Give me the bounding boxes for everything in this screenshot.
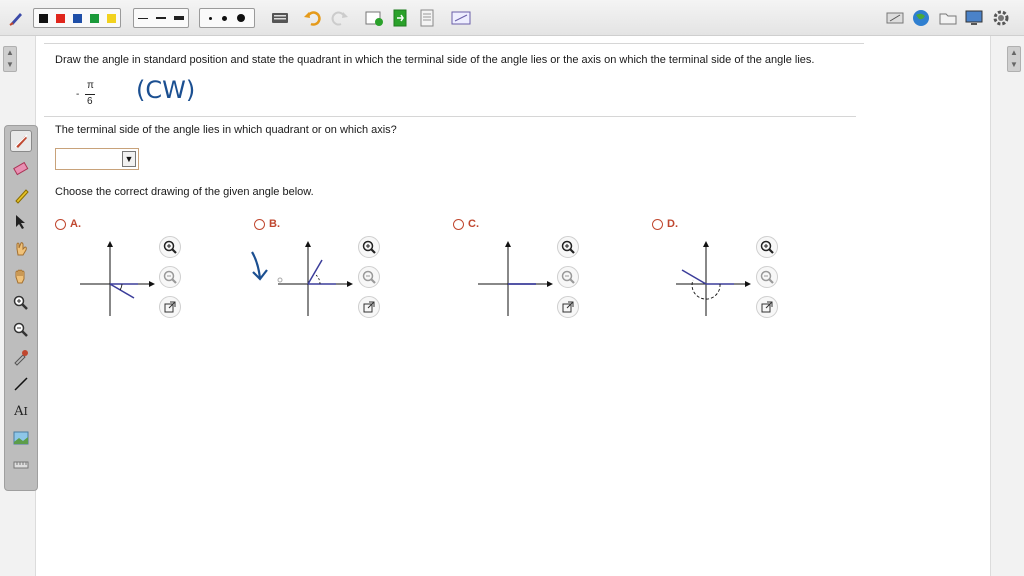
zoom-in-tool-icon[interactable] [10,292,32,314]
question-prompt: Draw the angle in standard position and … [55,54,815,66]
color-yellow-swatch[interactable] [106,13,116,23]
handwritten-cw-note: (CW) [136,76,196,104]
option-a-label: A. [70,218,81,230]
part2-prompt: Choose the correct drawing of the given … [55,186,314,198]
screen-capture-icon[interactable] [451,8,471,28]
option-b[interactable]: B. [254,218,280,230]
quadrant-dropdown[interactable]: ▼ [55,148,139,170]
option-a-arc [119,283,123,291]
screen: ▲ ▼ ▲ ▼ A I Draw the angle in standard p… [0,0,1024,576]
globe-icon[interactable] [911,8,931,28]
option-c-radio[interactable] [453,218,464,230]
eraser-page-icon[interactable] [885,8,905,28]
pan-hand-icon[interactable] [10,265,32,287]
option-b-zoom-in-icon[interactable] [358,236,380,258]
medium-dot-option[interactable] [222,15,227,21]
right-panel: ▲ ▼ [990,36,1024,576]
redo-icon[interactable] [330,8,350,28]
color-black-swatch[interactable] [38,13,48,23]
large-dot-option[interactable] [237,14,245,22]
text-tool-icon[interactable]: AI [10,400,32,422]
option-b-label: B. [269,218,280,230]
right-collapse-handle[interactable]: ▲ ▼ [1007,46,1021,72]
eyedropper-icon[interactable] [10,346,32,368]
option-b-arc [315,274,321,285]
thick-line-option[interactable] [174,16,184,20]
option-b-graph [277,241,353,316]
image-tool-icon[interactable] [10,427,32,449]
pen-tool-icon[interactable] [6,8,26,28]
ruler-icon[interactable] [10,454,32,476]
thin-line-option[interactable] [138,17,148,19]
angle-numerator: π [87,80,94,91]
option-c-popout-icon[interactable] [557,296,579,318]
option-b-terminal-ray [307,259,323,285]
option-d-label: D. [667,218,678,230]
option-d-radio[interactable] [652,218,663,230]
small-dot-option[interactable] [209,16,212,20]
option-c[interactable]: C. [453,218,479,230]
select-hand-icon[interactable] [10,238,32,260]
handwritten-arrow-mark [251,251,268,281]
color-blue-swatch[interactable] [72,13,82,23]
option-c-zoom-out-icon[interactable] [557,266,579,288]
option-d-graph [676,241,751,316]
pen-icon[interactable] [10,130,32,152]
drawing-toolbox: AI [4,125,38,491]
option-b-radio[interactable] [254,218,265,230]
top-toolbar [0,0,1024,36]
folder-icon[interactable] [938,8,958,28]
pointer-icon[interactable] [10,211,32,233]
undo-icon[interactable] [302,8,322,28]
monitor-icon[interactable] [964,8,984,28]
top-divider [44,43,864,44]
color-green-swatch[interactable] [89,13,99,23]
option-b-popout-icon[interactable] [358,296,380,318]
left-collapse-handle[interactable]: ▲ ▼ [3,46,17,72]
line-width-group [133,8,189,28]
option-a-popout-icon[interactable] [159,296,181,318]
keyboard-icon[interactable] [270,8,290,28]
angle-denominator: 6 [87,96,93,107]
color-red-swatch[interactable] [55,13,65,23]
option-a-graph [80,241,155,316]
part1-prompt: The terminal side of the angle lies in w… [55,124,397,136]
highlighter-icon[interactable] [10,184,32,206]
point-size-group [199,8,255,28]
color-palette [33,8,121,28]
angle-sign: - [76,89,80,100]
option-d-zoom-in-icon[interactable] [756,236,778,258]
option-b-zoom-out-icon[interactable] [358,266,380,288]
medium-line-option[interactable] [156,17,166,19]
document-icon[interactable] [417,8,437,28]
option-c-graph [478,241,553,316]
option-c-zoom-in-icon[interactable] [557,236,579,258]
line-tool-icon[interactable] [10,373,32,395]
option-a-zoom-out-icon[interactable] [159,266,181,288]
eraser-icon[interactable] [10,157,32,179]
next-page-icon[interactable] [390,8,410,28]
option-d-terminal-ray [681,269,707,285]
option-d-popout-icon[interactable] [756,296,778,318]
option-a-radio[interactable] [55,218,66,230]
section-divider [44,116,856,117]
option-a-zoom-in-icon[interactable] [159,236,181,258]
option-a[interactable]: A. [55,218,81,230]
option-b-stray-dot [277,277,283,283]
gear-icon[interactable] [991,8,1011,28]
dropdown-arrow-icon[interactable]: ▼ [122,151,136,167]
angle-expression: - π 6 [76,80,100,112]
zoom-out-tool-icon[interactable] [10,319,32,341]
add-page-icon[interactable] [364,8,384,28]
option-d[interactable]: D. [652,218,678,230]
fraction-bar [85,94,95,95]
option-c-label: C. [468,218,479,230]
option-d-zoom-out-icon[interactable] [756,266,778,288]
